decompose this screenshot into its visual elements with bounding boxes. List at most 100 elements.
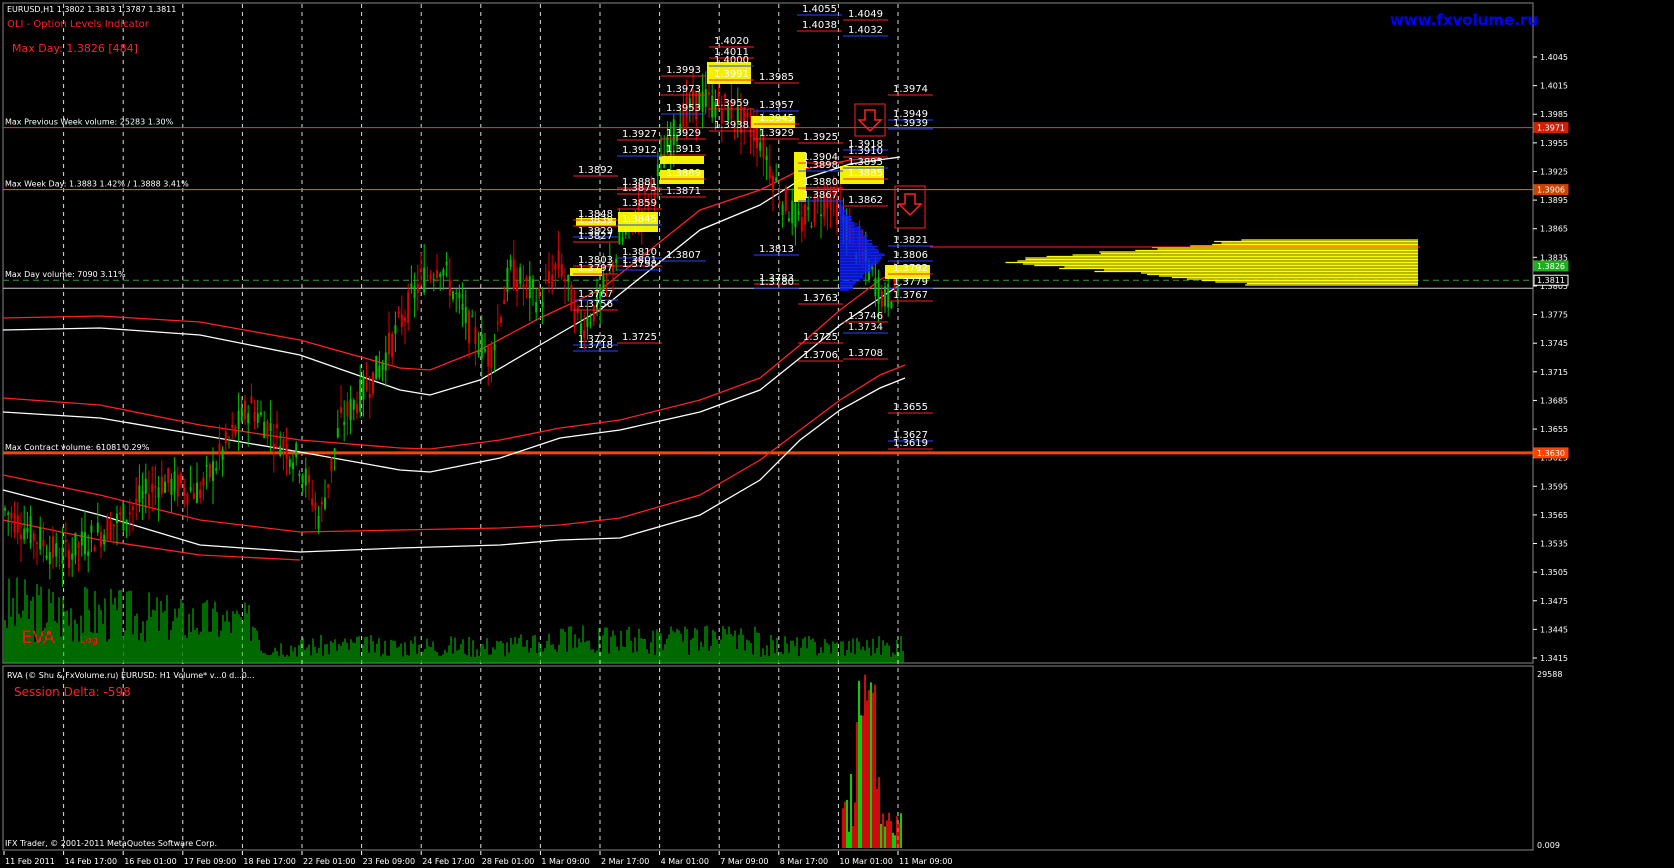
candle-body [100,531,102,547]
candle-body [109,521,112,540]
price-tick-label: 1.3445 [1540,625,1568,634]
candle-body [487,347,490,367]
candle-body [781,204,784,216]
level-label: 1.3862 [848,195,883,206]
candle-body [128,512,131,515]
candle-body [564,279,566,282]
candle-body [48,551,51,565]
time-tick-label: 28 Feb 01:00 [482,857,534,866]
price-tick-label: 1.3895 [1540,196,1568,205]
time-axis[interactable]: 11 Feb 2011 14 Feb 17:00 16 Feb 01:00 17 Fe… [3,851,952,866]
candle-body [58,565,61,567]
candle-body [20,534,22,540]
level-label: 1.3885 [848,168,883,179]
candle-body [404,317,406,322]
time-tick-label: 10 Mar 01:00 [839,857,892,866]
price-tick-label: 1.4045 [1540,53,1568,62]
candle-body [218,443,221,454]
candle-body [183,487,186,496]
level-label: 1.3821 [893,235,928,246]
candle-body [512,259,515,290]
price-marker-label: 1.3971 [1537,124,1565,133]
candle-body [224,431,227,444]
candle-body [480,334,483,359]
level-label: 1.3655 [893,402,928,413]
eva-label: EVA [22,628,55,648]
candle-body [557,250,560,268]
candle-body [522,284,525,288]
chart-window[interactable]: 1.4055 1.40491.4038 1.40321.40201.40111.40… [0,0,1674,868]
candle-body [202,477,205,486]
level-label: 1.3945 [759,113,794,124]
level-label: 1.3708 [848,348,883,359]
level-label: 1.3763 [803,293,838,304]
level-label: 1.3845 [622,214,657,225]
candle-body [122,503,125,531]
candle-body [788,218,790,221]
candle-body [804,204,806,225]
candle-body [215,468,218,471]
candle-body [320,501,323,505]
candle-body [874,278,877,297]
time-tick-label: 23 Feb 09:00 [363,857,415,866]
candle-body [567,275,570,282]
price-tick-label: 1.4015 [1540,82,1568,91]
candle-body [39,527,42,550]
candle-body [509,259,512,267]
candle-body [394,325,397,334]
price-marker-label: 1.3906 [1537,186,1565,195]
candle-body [276,424,278,428]
candle-body [384,352,387,371]
level-label: 1.3938 [714,120,749,131]
level-label: 1.3806 [893,250,928,261]
level-label: 1.3706 [803,350,838,361]
level-label: 1.3827 [578,231,613,242]
candle-body [167,468,170,483]
candle-body [132,506,134,510]
candle-body [186,493,189,504]
candle-body [208,464,211,478]
price-marker-label: 1.3826 [1537,262,1565,271]
candle-body [346,401,349,417]
candle-body [477,350,480,355]
price-axis[interactable]: 1.4045 1.4015 1.3985 1.3955 1.3925 1.3895 1.38… [1533,53,1569,663]
level-label: 1.3913 [666,144,701,155]
level-label: 1.3993 [666,65,701,76]
max-day-label: Max Day: 1.3826 [484] [12,42,138,55]
time-tick-label: 11 Mar 09:00 [899,857,952,866]
brand-url[interactable]: www.fxvolume.ru [1390,11,1538,29]
candle-body [388,332,390,355]
time-tick-label: 11 Feb 2011 [5,857,55,866]
candle-body [877,276,880,304]
candle-body [708,92,710,95]
candle-body [791,200,794,224]
volume-pane-title: RVA (© Shu & FxVolume.ru) EURUSD: H1 Vol… [7,671,255,680]
candle-body [615,258,618,264]
candle-body [349,399,352,421]
candle-body [359,379,362,412]
candle-body [55,543,58,557]
candle-body [580,323,582,335]
candle-body [711,95,714,118]
candle-body [93,546,96,552]
level-label: 1.3746 [848,311,883,322]
candle-body [375,355,378,380]
price-tick-label: 1.3715 [1540,368,1568,377]
price-tick-label: 1.3745 [1540,339,1568,348]
volume-pane[interactable] [2,665,1534,851]
candle-body [231,424,234,428]
candle-body [317,515,320,529]
level-label: 1.3959 [714,98,749,109]
time-tick-label: 22 Feb 01:00 [303,857,355,866]
candle-body [458,292,461,299]
candle-body [266,421,269,439]
level-label: 1.3859 [622,198,657,209]
level-label: 1.4020 [714,36,749,47]
price-tick-label: 1.3475 [1540,597,1568,606]
level-label: 1.3792 [893,263,928,274]
candle-body [260,412,262,415]
candle-body [189,487,192,491]
level-label: 1.3725 [803,332,838,343]
candle-body [263,421,266,439]
candle-body [272,443,275,450]
